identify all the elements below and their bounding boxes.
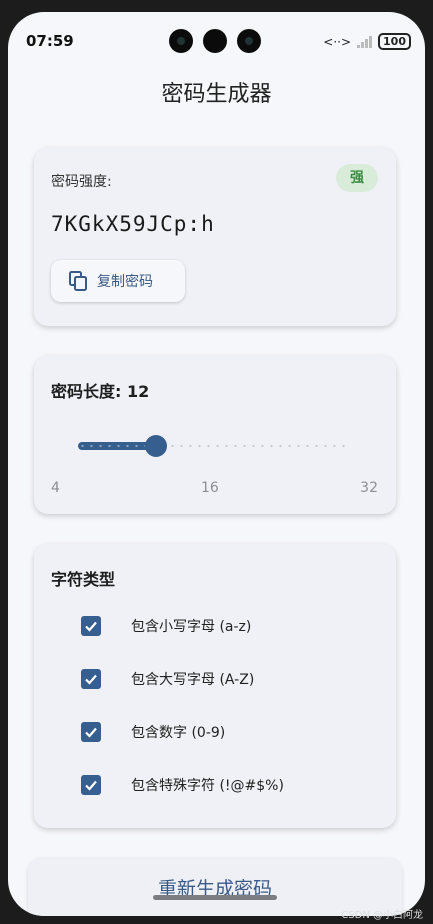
status-time: 07:59 [26,32,74,50]
checkbox-label: 包含大写字母 (A-Z) [131,672,255,688]
camera-icon [169,29,193,53]
home-indicator[interactable] [153,895,277,900]
strength-card: 密码强度: 强 7KGkX59JCp:h 复制密码 [34,148,396,326]
strength-label: 密码强度: [51,174,112,190]
checkbox-uppercase[interactable]: 包含大写字母 (A-Z) [81,667,254,691]
checkbox-digits[interactable]: 包含数字 (0-9) [81,720,225,744]
check-icon[interactable] [81,669,101,689]
checkbox-label: 包含数字 (0-9) [131,725,226,741]
watermark: CSDN @小白阿龙 [341,910,423,921]
status-bar: 07:59 <··> 100 [8,12,425,56]
sensor-icon [203,29,227,53]
checkbox-label: 包含小写字母 (a-z) [131,619,252,635]
checkbox-label: 包含特殊字符 (!@#$%) [131,778,284,794]
copy-icon [69,271,87,291]
check-icon[interactable] [81,775,101,795]
camera-icon [237,29,261,53]
check-icon[interactable] [81,722,101,742]
charset-card: 字符类型 包含小写字母 (a-z) 包含大写字母 (A-Z) 包含数字 (0-9… [34,544,396,828]
page-title: 密码生成器 [161,82,272,107]
length-slider[interactable] [78,435,350,457]
battery-icon: 100 [378,33,411,50]
strength-badge: 强 [336,164,378,192]
charset-title: 字符类型 [51,570,116,589]
length-title: 密码长度: 12 [51,382,150,401]
checkbox-lowercase[interactable]: 包含小写字母 (a-z) [81,614,251,638]
check-icon[interactable] [81,616,101,636]
password-text: 7KGkX59JCp:h [51,212,215,236]
status-icons: <··> 100 [323,33,411,50]
slider-min-label: 4 [51,480,60,496]
signal-icon [357,35,373,48]
copy-password-button[interactable]: 复制密码 [51,260,185,302]
network-indicator-icon: <··> [323,34,352,49]
length-card: 密码长度: 12 4 16 32 [34,356,396,514]
phone-screen: 07:59 <··> 100 密码生成器 密码强度: 强 7KGkX59JCp:… [8,12,425,916]
copy-button-label: 复制密码 [97,274,153,290]
slider-thumb[interactable] [145,435,167,457]
slider-max-label: 32 [360,480,378,496]
checkbox-special[interactable]: 包含特殊字符 (!@#$%) [81,773,284,797]
slider-mid-label: 16 [201,480,219,496]
